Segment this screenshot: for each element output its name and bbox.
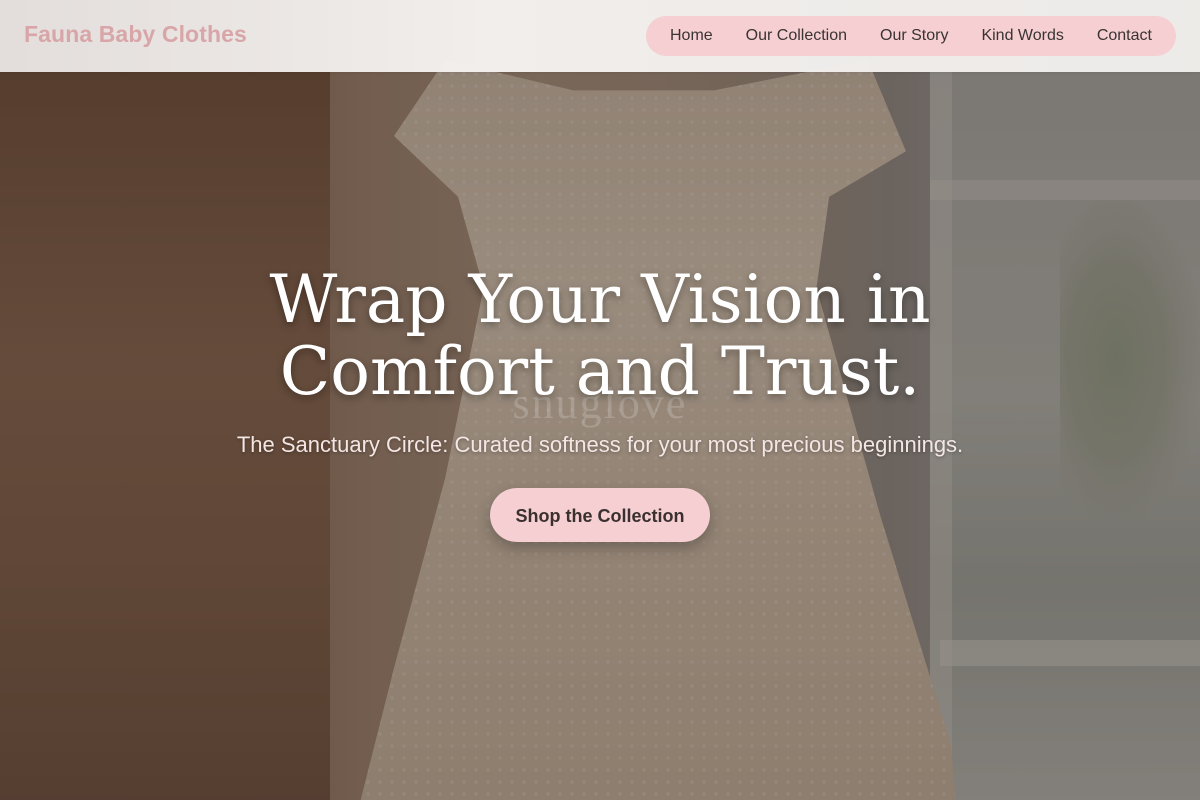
hero-section: Wrap Your Vision in Comfort and Trust. T… <box>0 264 1200 542</box>
brand-logo-text[interactable]: Fauna Baby Clothes <box>24 21 247 48</box>
hero-title-line-2: Comfort and Trust. <box>279 333 921 410</box>
hero-title-line-1: Wrap Your Vision in <box>269 261 931 338</box>
main-nav: Home Our Collection Our Story Kind Words… <box>646 16 1176 56</box>
hero-subtitle: The Sanctuary Circle: Curated softness f… <box>236 432 964 457</box>
hero-title: Wrap Your Vision in Comfort and Trust. <box>0 264 1200 408</box>
nav-link-our-story[interactable]: Our Story <box>880 27 948 45</box>
site-header: Fauna Baby Clothes Home Our Collection O… <box>0 0 1200 72</box>
shop-collection-button[interactable]: Shop the Collection <box>490 488 710 542</box>
nav-link-our-collection[interactable]: Our Collection <box>746 27 847 45</box>
nav-link-kind-words[interactable]: Kind Words <box>981 27 1063 45</box>
nav-link-home[interactable]: Home <box>670 27 713 45</box>
page: snuglove Fauna Baby Clothes Home Our Col… <box>0 0 1200 800</box>
nav-link-contact[interactable]: Contact <box>1097 27 1152 45</box>
